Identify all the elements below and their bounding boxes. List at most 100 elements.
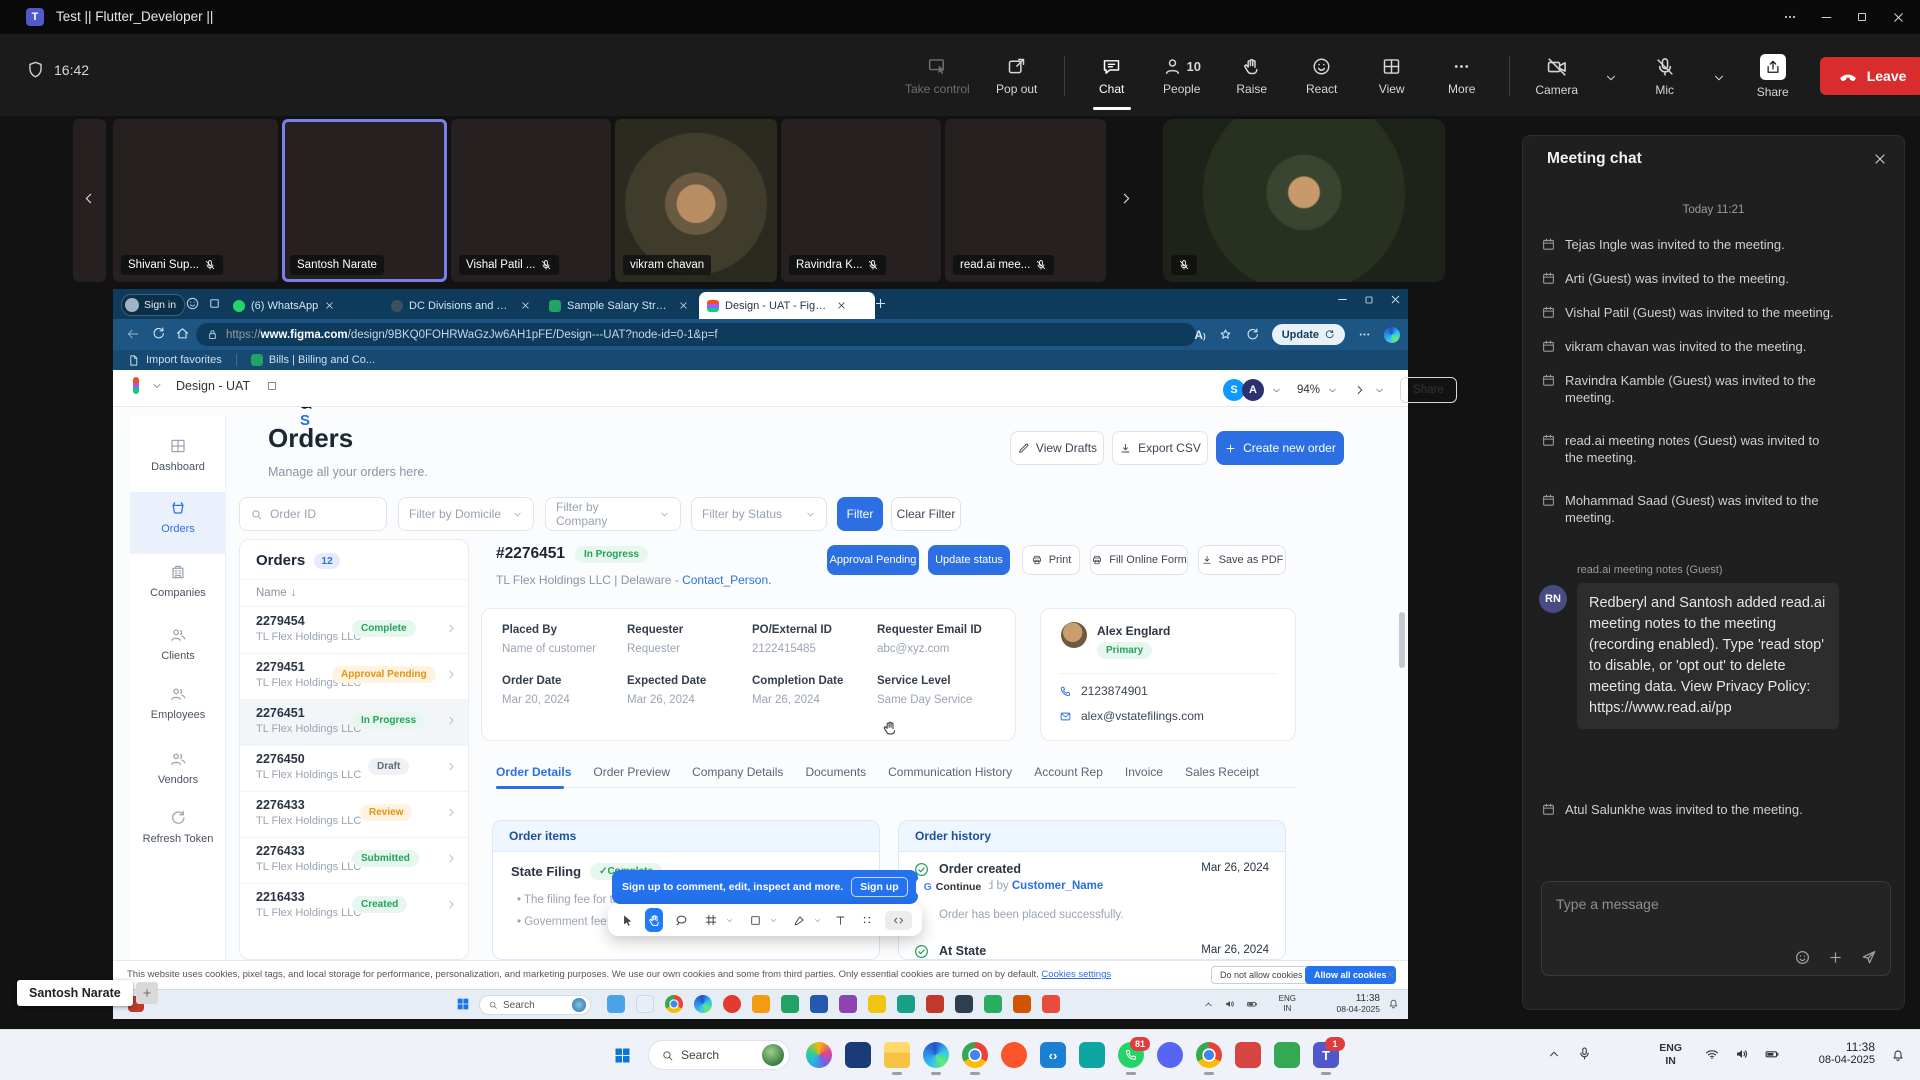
opera-icon[interactable] <box>723 995 741 1013</box>
whatsapp-icon[interactable] <box>984 995 1002 1013</box>
dev-mode-toggle[interactable] <box>885 911 912 930</box>
browser-update-button[interactable]: Update <box>1272 324 1345 345</box>
refresh-icon[interactable] <box>151 326 166 341</box>
google-continue-button[interactable]: GContinue <box>916 878 990 896</box>
shared-clock[interactable]: 11:38 08-04-2025 <box>1337 993 1380 1014</box>
chat-message-bubble[interactable]: Redberyl and Santosh added read.ai meeti… <box>1577 583 1839 729</box>
export-csv-button[interactable]: Export CSV <box>1112 431 1208 465</box>
browser-tab[interactable]: Sample Salary Structure with calc <box>541 292 712 319</box>
order-row[interactable]: 2276450TL Flex Holdings LLC Draft <box>240 745 468 792</box>
tab-company-details[interactable]: Company Details <box>692 765 783 779</box>
tab-account-rep[interactable]: Account Rep <box>1034 765 1103 779</box>
order-id-search-input[interactable]: Order ID <box>239 497 387 531</box>
pages-icon[interactable] <box>265 379 279 393</box>
edge-logo-icon[interactable] <box>1384 327 1400 343</box>
cookie-settings-link[interactable]: Cookies settings <box>1041 969 1111 980</box>
approval-pending-button[interactable]: Approval Pending <box>827 545 919 575</box>
deny-cookies-button[interactable]: Do not allow cookies <box>1211 966 1312 984</box>
chrome-icon[interactable] <box>665 995 683 1013</box>
favorite-star-icon[interactable] <box>1218 327 1233 342</box>
contact-phone[interactable]: 2123874901 <box>1081 684 1148 698</box>
file-explorer-icon[interactable] <box>868 995 886 1013</box>
attach-plus-icon[interactable] <box>1827 949 1844 966</box>
presenter-add-button[interactable] <box>136 982 158 1004</box>
pinned-app-icon[interactable] <box>1157 1042 1183 1068</box>
share-button[interactable]: Share <box>1750 54 1796 99</box>
people-button[interactable]: 10 People <box>1159 56 1205 96</box>
chevron-down-icon[interactable] <box>1374 385 1385 396</box>
back-icon[interactable] <box>125 326 141 342</box>
more-button[interactable]: More <box>1439 56 1485 96</box>
filmstrip-previous-button[interactable] <box>80 190 97 207</box>
print-button[interactable]: Print <box>1022 545 1080 575</box>
filter-domicile-select[interactable]: Filter by Domicile <box>398 497 534 531</box>
chevron-down-icon[interactable] <box>769 916 778 925</box>
battery-icon[interactable] <box>1764 1046 1780 1062</box>
window-maximize-icon[interactable] <box>1848 5 1876 29</box>
browser-tab-active[interactable]: Design - UAT - Figma <box>699 292 875 319</box>
lasso-tool-icon[interactable] <box>672 908 690 932</box>
browser-maximize-icon[interactable] <box>1363 294 1375 306</box>
filmstrip-next-button[interactable] <box>1118 190 1135 207</box>
import-favorites-button[interactable]: Import favorites <box>127 354 222 367</box>
sidebar-item-orders[interactable]: Orders <box>130 499 226 535</box>
wifi-icon[interactable] <box>1704 1046 1720 1062</box>
frame-tool-icon[interactable] <box>699 908 723 932</box>
create-new-order-button[interactable]: Create new order <box>1216 431 1344 465</box>
excel-icon[interactable] <box>781 995 799 1013</box>
mic-button[interactable]: Mic <box>1642 56 1688 97</box>
participant-tile[interactable]: RN read.ai mee... <box>945 119 1106 282</box>
chat-button[interactable]: Chat <box>1089 56 1135 96</box>
sidebar-item-employees[interactable]: Employees <box>130 685 226 721</box>
browser-close-icon[interactable] <box>1389 293 1402 306</box>
start-icon[interactable] <box>455 996 471 1012</box>
tab-close-icon[interactable] <box>324 300 335 311</box>
save-as-pdf-button[interactable]: Save as PDF <box>1198 545 1286 575</box>
tab-order-details[interactable]: Order Details <box>496 765 571 779</box>
filter-company-select[interactable]: Filter by Company <box>545 497 681 531</box>
home-icon[interactable] <box>175 326 190 341</box>
chevron-down-icon[interactable] <box>151 380 163 392</box>
filter-status-select[interactable]: Filter by Status <box>691 497 827 531</box>
actions-tool-icon[interactable] <box>858 908 876 932</box>
figma-menu-icon[interactable] <box>133 377 144 394</box>
send-icon[interactable] <box>1860 948 1878 966</box>
window-more-icon[interactable] <box>1776 5 1804 29</box>
move-tool-icon[interactable] <box>618 908 636 932</box>
browser-tab[interactable]: (6) WhatsApp <box>225 292 396 319</box>
filter-clear-button[interactable]: Clear Filter <box>891 497 961 531</box>
taskbar-search-box[interactable]: Search <box>648 1040 790 1070</box>
participant-tile-video-large[interactable] <box>1163 119 1445 282</box>
volume-icon[interactable] <box>1734 1046 1750 1062</box>
shared-search-box[interactable]: Search <box>479 995 591 1015</box>
tab-invoice[interactable]: Invoice <box>1125 765 1163 779</box>
bookmark-item[interactable]: Bills | Billing and Co... <box>251 354 375 366</box>
address-bar[interactable]: https://www.figma.com/design/9BKQ0FOHRWa… <box>196 323 1196 346</box>
tab-order-preview[interactable]: Order Preview <box>593 765 670 779</box>
tab-close-icon[interactable] <box>520 300 531 311</box>
figma-signup-button[interactable]: Sign up <box>851 877 908 897</box>
pinned-app-icon[interactable] <box>1235 1042 1261 1068</box>
tray-chevron-up-icon[interactable] <box>1203 999 1214 1010</box>
notifications-icon[interactable] <box>1890 1047 1906 1063</box>
allow-cookies-button[interactable]: Allow all cookies <box>1305 966 1396 984</box>
clock[interactable]: 11:38 08-04-2025 <box>1819 1040 1875 1066</box>
chevron-down-icon[interactable] <box>725 916 734 925</box>
shared-notifications-icon[interactable] <box>1387 997 1400 1010</box>
pinned-app-icon[interactable] <box>1274 1042 1300 1068</box>
contact-email[interactable]: alex@vstatefilings.com <box>1081 709 1204 723</box>
shared-language-indicator[interactable]: ENGIN <box>1279 994 1296 1014</box>
emoji-icon[interactable] <box>1794 949 1811 966</box>
participant-tile[interactable]: RK Ravindra K... <box>781 119 941 282</box>
view-drafts-button[interactable]: View Drafts <box>1010 431 1104 465</box>
read-aloud-icon[interactable]: A) <box>1194 328 1205 342</box>
pinned-app-icon[interactable] <box>926 995 944 1013</box>
sidebar-item-refresh-token[interactable]: Refresh Token <box>130 809 226 845</box>
fill-online-form-button[interactable]: Fill Online Form <box>1090 545 1188 575</box>
pinned-app-icon[interactable] <box>752 995 770 1013</box>
filter-apply-button[interactable]: Filter <box>837 497 883 531</box>
order-row[interactable]: 2279454TL Flex Holdings LLC Complete <box>240 607 468 654</box>
participant-tile[interactable]: VP Vishal Patil ... <box>451 119 611 282</box>
order-row[interactable]: 2279451TL Flex Holdings LLC Approval Pen… <box>240 653 468 700</box>
collaborator-avatar[interactable]: A <box>1242 379 1264 401</box>
